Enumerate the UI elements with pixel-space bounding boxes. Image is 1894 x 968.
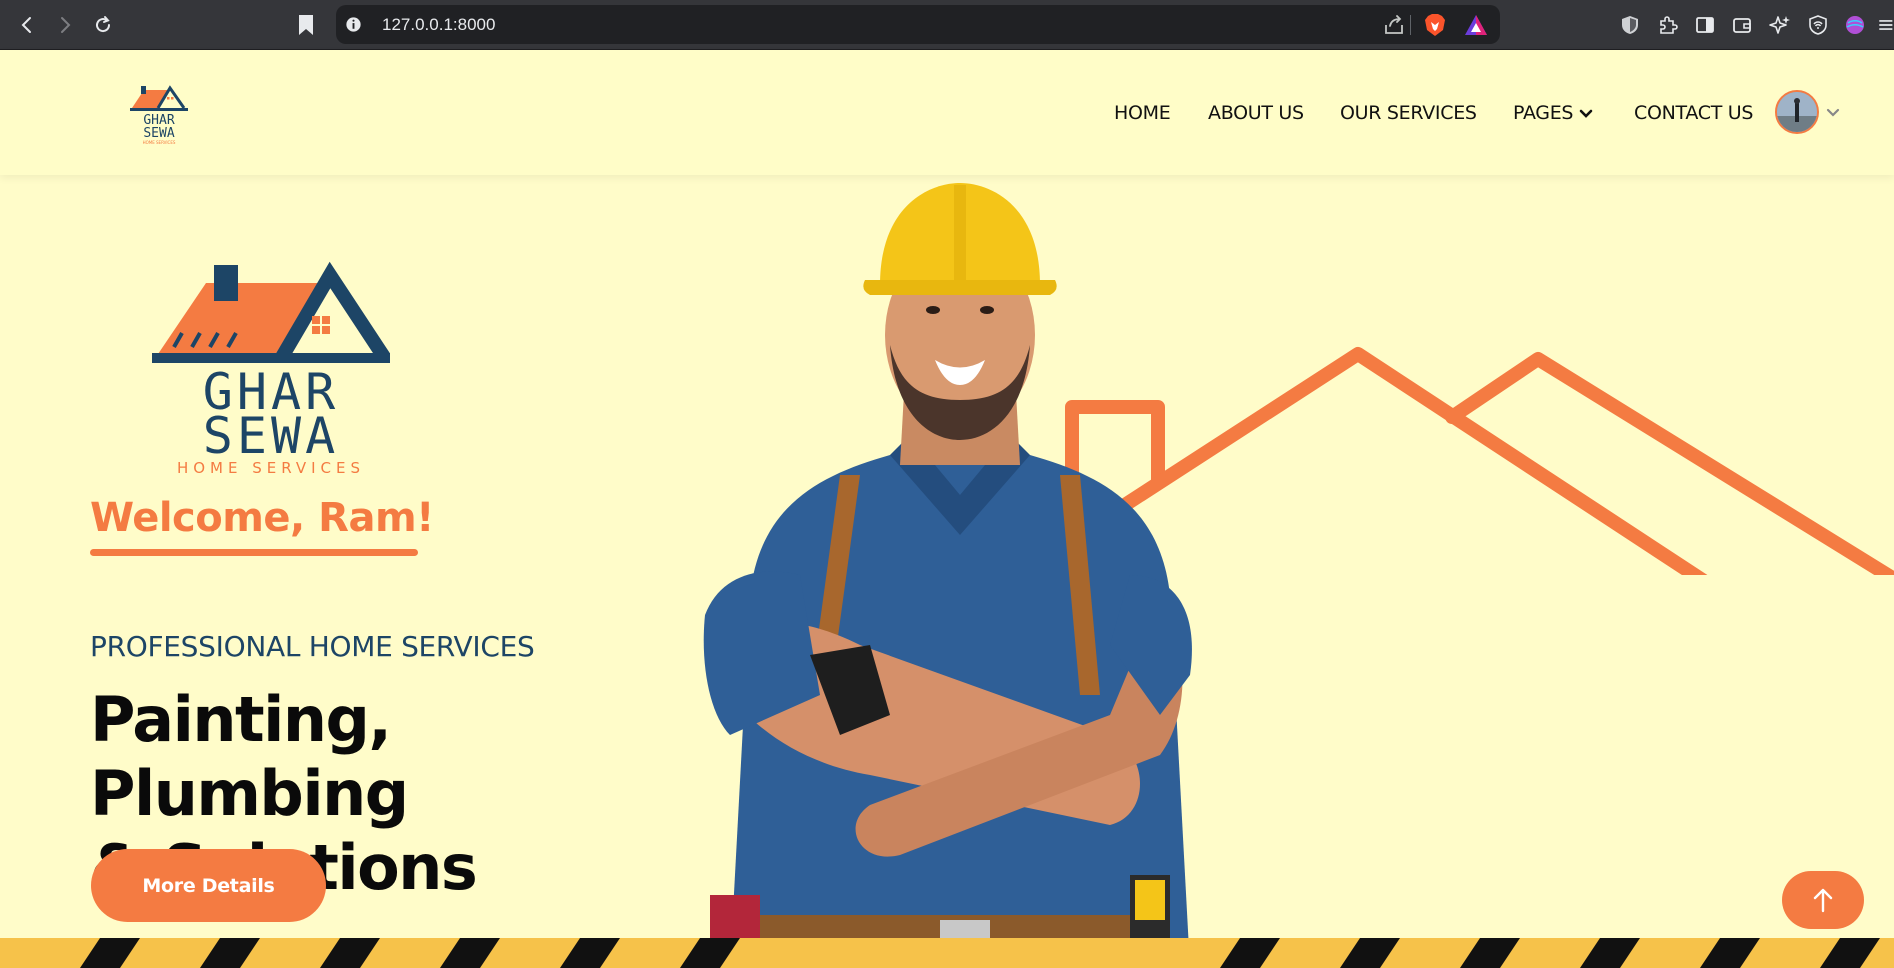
- menu-icon[interactable]: [1876, 12, 1894, 38]
- profile-icon[interactable]: [1842, 12, 1868, 38]
- hero-logo-tagline: HOME SERVICES: [177, 459, 365, 477]
- hero-headline-line1: Painting, Plumbing: [90, 683, 409, 830]
- share-icon[interactable]: [1382, 13, 1406, 37]
- brave-rewards-icon[interactable]: [1464, 14, 1488, 36]
- nav-our-services[interactable]: OUR SERVICES: [1340, 102, 1477, 124]
- reload-icon[interactable]: [88, 10, 118, 40]
- welcome-underline: [90, 549, 418, 556]
- nav-about-us[interactable]: ABOUT US: [1208, 102, 1304, 124]
- nav-pages-label: PAGES: [1513, 102, 1574, 124]
- arrow-up-icon: [1813, 888, 1833, 913]
- scroll-to-top-button[interactable]: [1782, 871, 1864, 929]
- vpn-icon[interactable]: [1805, 12, 1831, 38]
- chevron-down-icon: [1579, 109, 1593, 118]
- user-avatar[interactable]: [1775, 90, 1819, 134]
- nav-home[interactable]: HOME: [1114, 102, 1171, 124]
- site-logo[interactable]: GHAR SEWA HOME SERVICES: [124, 80, 194, 146]
- logo-tagline: HOME SERVICES: [143, 140, 176, 145]
- extensions-icon[interactable]: [1655, 12, 1681, 38]
- address-bar[interactable]: 127.0.0.1:8000: [336, 5, 1500, 44]
- site-header: GHAR SEWA HOME SERVICES HOME ABOUT US OU…: [0, 50, 1894, 175]
- site-info-icon[interactable]: [344, 15, 363, 34]
- user-menu-chevron-icon[interactable]: [1826, 105, 1840, 119]
- welcome-heading: Welcome, Ram!: [90, 495, 434, 541]
- bookmark-icon[interactable]: [296, 13, 316, 37]
- shield-extension-icon[interactable]: [1617, 12, 1643, 38]
- toolbar-separator: [1410, 15, 1411, 35]
- nav-pages[interactable]: PAGES: [1513, 102, 1593, 124]
- url-text[interactable]: 127.0.0.1:8000: [382, 15, 495, 35]
- wallet-icon[interactable]: [1729, 12, 1755, 38]
- browser-toolbar: 127.0.0.1:8000: [0, 0, 1894, 50]
- hero-logo-line2: SEWA: [203, 407, 339, 465]
- worker-image: [703, 183, 1192, 968]
- leo-ai-icon[interactable]: [1767, 12, 1793, 38]
- more-details-button[interactable]: More Details: [91, 849, 326, 922]
- brave-shields-icon[interactable]: [1424, 13, 1446, 37]
- back-icon[interactable]: [12, 10, 42, 40]
- sidebar-icon[interactable]: [1692, 12, 1718, 38]
- hero-subheading: PROFESSIONAL HOME SERVICES: [90, 630, 535, 663]
- hazard-stripe-band: [0, 938, 1894, 968]
- nav-contact-us[interactable]: CONTACT US: [1634, 102, 1753, 124]
- hero-section: GHAR SEWA HOME SERVICES Welcome, Ram! PR…: [0, 175, 1894, 968]
- forward-icon[interactable]: [50, 10, 80, 40]
- logo-text-line2: SEWA: [143, 126, 174, 141]
- hero-logo: GHAR SEWA HOME SERVICES: [152, 261, 390, 477]
